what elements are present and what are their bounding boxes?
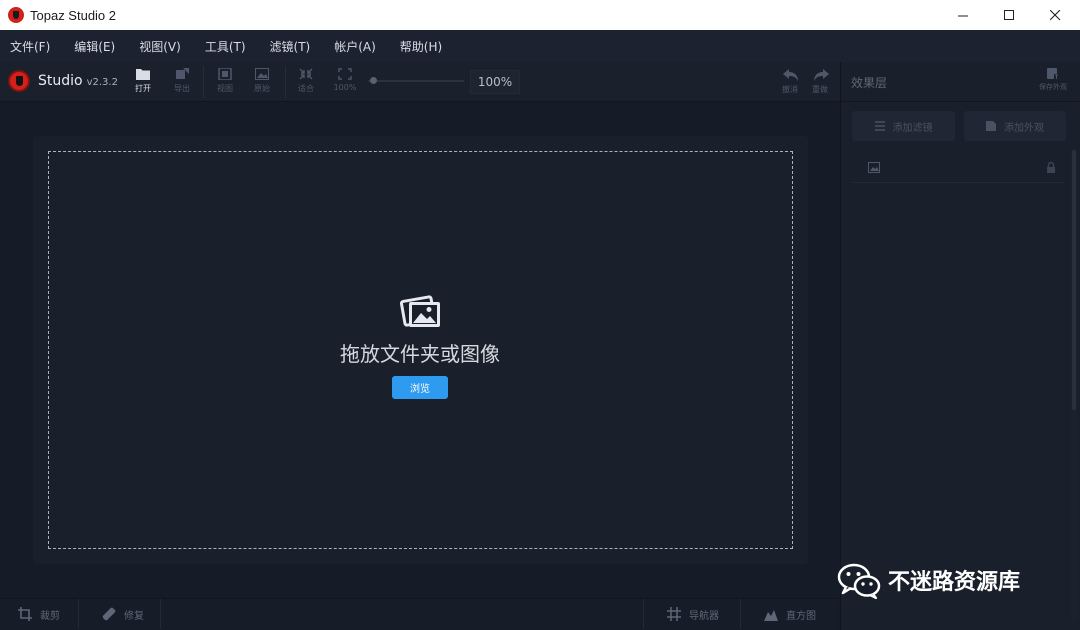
fit-label: 适合 [298, 84, 314, 93]
menu-edit[interactable]: 编辑(E) [74, 38, 115, 55]
panel-scrollbar-thumb[interactable] [1072, 150, 1076, 410]
menu-file[interactable]: 文件(F) [10, 38, 50, 55]
menu-help[interactable]: 帮助(H) [400, 38, 442, 55]
menu-view[interactable]: 视图(V) [139, 38, 181, 55]
menu-bar: 文件(F) 编辑(E) 视图(V) 工具(T) 滤镜(T) 帐户(A) 帮助(H… [0, 30, 1080, 62]
actual-size-label: 100% [333, 83, 357, 92]
open-label: 打开 [135, 84, 151, 93]
add-look-button[interactable]: 添加外观 [964, 111, 1066, 141]
browse-button[interactable]: 浏览 [392, 376, 448, 399]
brand: Studio v2.3.2 [8, 70, 118, 92]
menu-tools[interactable]: 工具(T) [205, 38, 246, 55]
toolbar-divider [285, 66, 286, 98]
original-button[interactable]: 原始 [248, 68, 276, 98]
panel-divider [840, 101, 1080, 102]
save-look-label: 保存外观 [1039, 83, 1067, 91]
navigator-tab[interactable]: 导航器 [667, 599, 719, 629]
original-label: 原始 [254, 84, 270, 93]
window-title: Topaz Studio 2 [30, 7, 117, 23]
add-filter-label: 添加滤镜 [892, 122, 933, 134]
save-look-icon [1047, 68, 1059, 80]
undo-icon[interactable] [782, 68, 800, 82]
base-layer-row[interactable] [852, 153, 1064, 183]
redo-label: 重做 [812, 85, 828, 94]
zoom-slider[interactable] [368, 80, 464, 82]
image-gallery-icon [400, 295, 440, 327]
crop-icon [18, 607, 32, 621]
filter-list-icon [874, 121, 885, 131]
add-filter-button[interactable]: 添加滤镜 [852, 111, 955, 141]
bottom-divider [740, 599, 741, 629]
actual-size-button[interactable]: 100% [331, 68, 359, 98]
topaz-logo-icon [8, 7, 24, 23]
brand-name: Studio [38, 73, 83, 89]
export-button[interactable]: 导出 [168, 68, 196, 98]
minimize-icon [957, 15, 968, 16]
menu-filters[interactable]: 滤镜(T) [270, 38, 311, 55]
bandage-icon [102, 607, 116, 621]
close-icon [1049, 9, 1060, 20]
title-bar: Topaz Studio 2 [0, 0, 1080, 30]
close-button[interactable] [1032, 0, 1078, 30]
menu-account[interactable]: 帐户(A) [334, 38, 376, 55]
view-icon [218, 68, 232, 80]
redo-icon[interactable] [812, 68, 830, 82]
image-layer-icon [868, 162, 880, 173]
histogram-tab[interactable]: 直方图 [764, 599, 816, 629]
version-label: v2.3.2 [86, 77, 118, 88]
undo-label: 撤消 [782, 85, 798, 94]
drop-instructions: 拖放文件夹或图像 [340, 342, 500, 366]
bottom-bar: 裁剪 修复 导航器 直方图 [0, 598, 838, 630]
bottom-divider [160, 599, 161, 629]
export-label: 导出 [174, 84, 190, 93]
repair-tool[interactable]: 修复 [102, 599, 144, 629]
add-look-label: 添加外观 [1004, 122, 1044, 134]
actual-size-icon [338, 68, 352, 80]
fit-button[interactable]: 适合 [292, 68, 320, 98]
original-image-icon [255, 68, 269, 80]
view-button[interactable]: 视图 [211, 68, 239, 98]
save-look-button[interactable]: 保存外观 [1034, 68, 1072, 98]
effects-panel [840, 62, 1080, 630]
toolbar-divider [203, 66, 204, 98]
histogram-label: 直方图 [786, 610, 816, 622]
look-icon [986, 121, 996, 131]
zoom-slider-handle[interactable] [370, 77, 377, 84]
crop-label: 裁剪 [40, 610, 60, 622]
repair-label: 修复 [124, 610, 144, 622]
bottom-divider [78, 599, 79, 629]
folder-icon [136, 69, 150, 80]
bottom-divider [643, 599, 644, 629]
maximize-icon [1003, 9, 1014, 20]
grid-icon [667, 607, 681, 621]
toolbar: Studio v2.3.2 打开 导出 视图 原始 适合 100% 撤消 重做 [0, 62, 840, 102]
minimize-button[interactable] [940, 0, 986, 30]
open-button[interactable]: 打开 [129, 68, 157, 98]
effects-panel-title: 效果层 [851, 76, 888, 90]
view-label: 视图 [217, 84, 233, 93]
crop-tool[interactable]: 裁剪 [18, 599, 60, 629]
studio-logo-icon [8, 70, 30, 92]
histogram-icon [764, 610, 778, 621]
lock-icon [1047, 162, 1055, 173]
fit-icon [299, 68, 313, 80]
wechat-watermark: 不迷路资源库 [836, 560, 1020, 600]
export-icon [176, 68, 189, 79]
wechat-icon [837, 563, 881, 600]
watermark-text: 不迷路资源库 [888, 570, 1021, 595]
navigator-label: 导航器 [689, 610, 719, 622]
maximize-button[interactable] [986, 0, 1032, 30]
zoom-input[interactable]: 100% [470, 70, 520, 94]
